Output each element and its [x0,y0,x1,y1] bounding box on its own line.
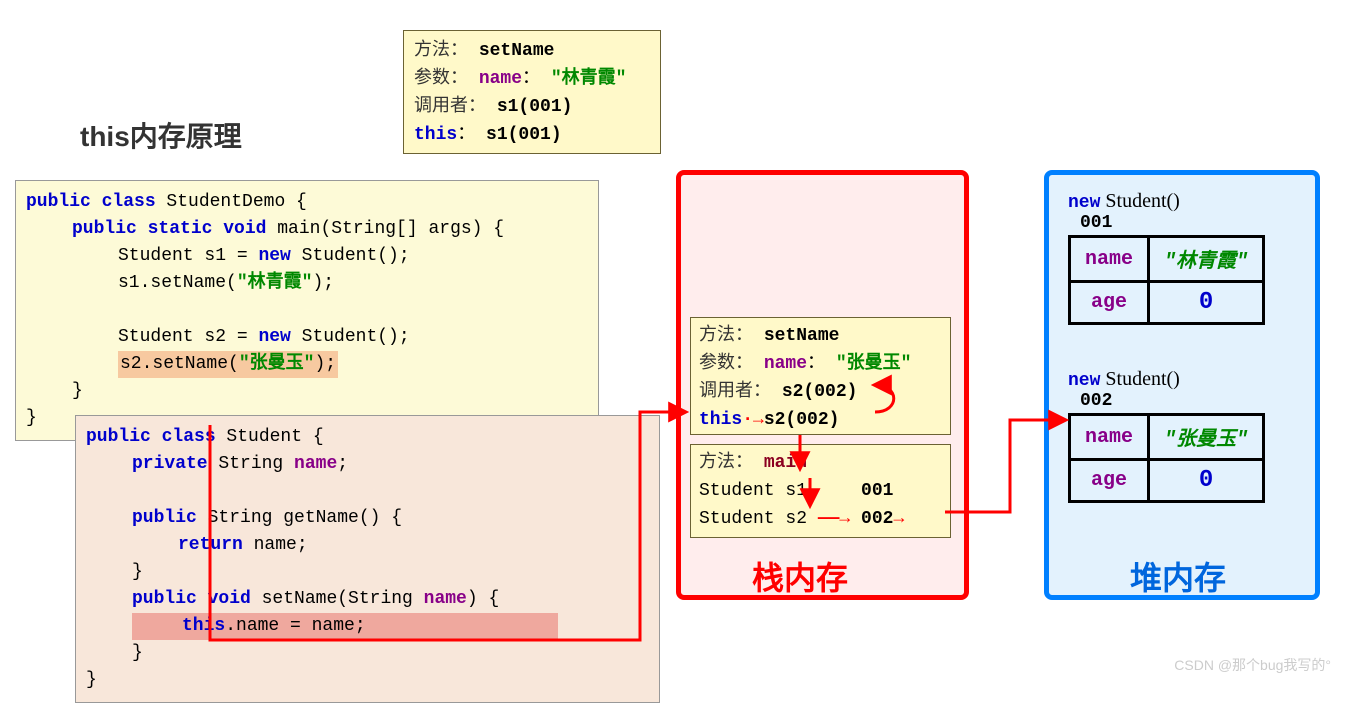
lbl: 参数： [414,69,468,89]
method-name: setName [479,41,555,61]
object-fields: name"林青霞" age0 [1068,235,1265,325]
call-info-s1: 方法： setName 参数： name： "林青霞" 调用者： s1(001)… [403,30,661,154]
object-fields: name"张曼玉" age0 [1068,413,1265,503]
stack-label: 栈内存 [752,553,848,599]
heap-label: 堆内存 [1130,553,1226,599]
stack-frame-setname: 方法： setName 参数： name： "张曼玉" 调用者： s2(002)… [690,317,951,435]
highlighted-line: this.name = name; [132,613,558,640]
code-studentdemo: public class StudentDemo { public static… [15,180,599,441]
stack-frame-main: 方法： main Student s1 001 Student s2 ——→ 0… [690,444,951,538]
lbl: 方法： [414,41,468,61]
highlighted-line: s2.setName("张曼玉"); [118,351,338,378]
diagram-title: this内存原理 [80,115,242,155]
lbl: 调用者： [414,97,486,117]
heap-object-001: new Student() 001 name"林青霞" age0 [1068,190,1265,325]
watermark: CSDN @那个bug我写的° [1174,655,1331,675]
code-student: public class Student { private String na… [75,415,660,703]
heap-object-002: new Student() 002 name"张曼玉" age0 [1068,368,1265,503]
